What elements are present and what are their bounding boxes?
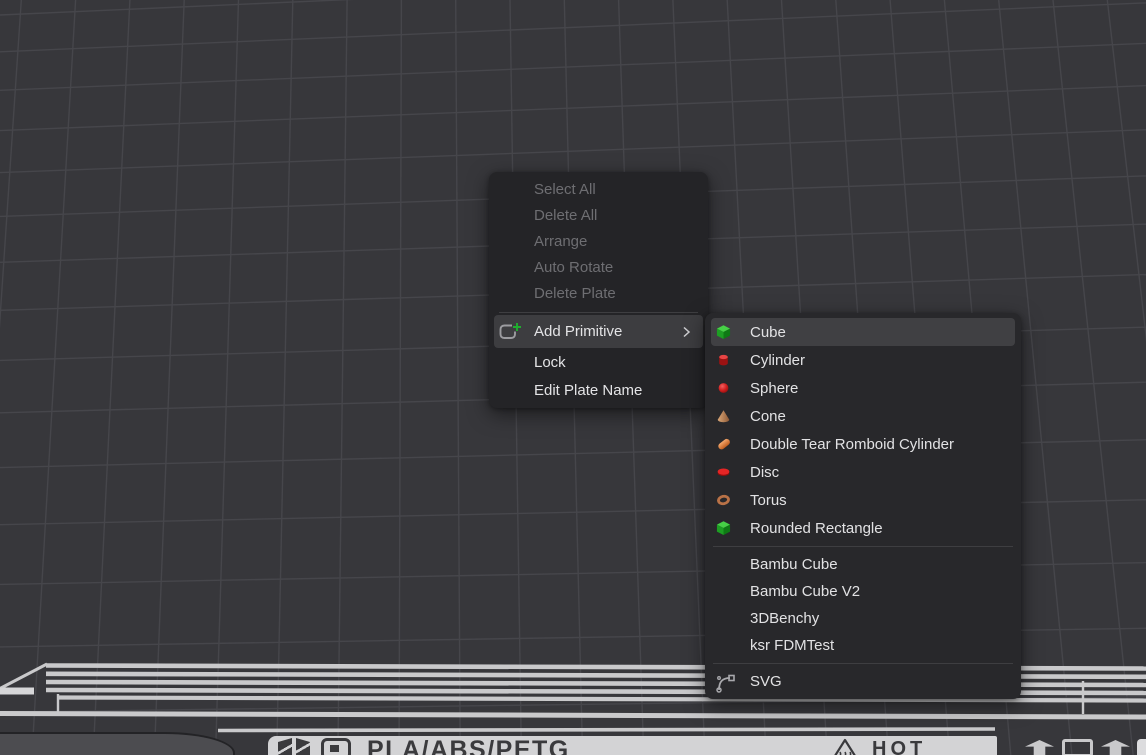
submenu-item-3dbenchy[interactable]: 3DBenchy bbox=[711, 605, 1015, 632]
menu-item-label: Delete All bbox=[534, 207, 597, 224]
plate-pull-tab bbox=[0, 732, 235, 755]
cone-icon bbox=[716, 409, 731, 424]
submenu-item-svg[interactable]: SVG bbox=[711, 668, 1015, 695]
menu-item-label: Select All bbox=[534, 181, 596, 198]
sphere-icon bbox=[716, 381, 731, 396]
submenu-item-label: Disc bbox=[750, 464, 779, 481]
menu-item-label: Auto Rotate bbox=[534, 259, 613, 276]
plate-rect-marking-icon bbox=[1062, 739, 1093, 755]
bambu-logo-icon bbox=[278, 738, 292, 755]
plate-badge-icon bbox=[321, 738, 351, 755]
submenu-item-label: Sphere bbox=[750, 380, 798, 397]
menu-item-delete-plate: Delete Plate bbox=[494, 280, 703, 306]
cylinder-icon bbox=[716, 353, 731, 368]
disc-icon bbox=[716, 465, 731, 480]
menu-item-label: Arrange bbox=[534, 233, 587, 250]
menu-item-add-primitive[interactable]: Add Primitive bbox=[494, 315, 703, 348]
submenu-item-ksr-fdmtest[interactable]: ksr FDMTest bbox=[711, 632, 1015, 659]
submenu-item-torus[interactable]: Torus bbox=[711, 486, 1015, 514]
plate-corner-blob bbox=[1137, 739, 1146, 755]
submenu-item-sphere[interactable]: Sphere bbox=[711, 374, 1015, 402]
menu-item-label: Add Primitive bbox=[534, 323, 622, 340]
submenu-item-label: 3DBenchy bbox=[750, 610, 819, 627]
submenu-item-label: Torus bbox=[750, 492, 787, 509]
submenu-item-double-tear-romboid-cylinder[interactable]: Double Tear Romboid Cylinder bbox=[711, 430, 1015, 458]
menu-item-auto-rotate: Auto Rotate bbox=[494, 254, 703, 280]
submenu-item-disc[interactable]: Disc bbox=[711, 458, 1015, 486]
submenu-item-label: ksr FDMTest bbox=[750, 637, 834, 654]
submenu-item-cone[interactable]: Cone bbox=[711, 402, 1015, 430]
submenu-arrow-icon bbox=[682, 326, 691, 338]
svg-curve-icon bbox=[713, 671, 737, 693]
plate-material-label: PLA/ABS/PETG bbox=[367, 738, 570, 755]
submenu-item-label: Rounded Rectangle bbox=[750, 520, 883, 537]
menu-item-label: Delete Plate bbox=[534, 285, 616, 302]
submenu-item-rounded-rectangle[interactable]: Rounded Rectangle bbox=[711, 514, 1015, 542]
submenu-item-label: Cylinder bbox=[750, 352, 805, 369]
submenu-item-label: Bambu Cube bbox=[750, 556, 838, 573]
submenu-item-label: Bambu Cube V2 bbox=[750, 583, 860, 600]
hot-label: HOT bbox=[872, 739, 926, 755]
add-primitive-icon bbox=[496, 322, 522, 342]
submenu-item-label: Cone bbox=[750, 408, 786, 425]
double-tear-romboid-cylinder-icon bbox=[716, 436, 732, 452]
menu-item-arrange: Arrange bbox=[494, 228, 703, 254]
plate-front-strip: PLA/ABS/PETG HOT bbox=[268, 736, 997, 755]
context-menu: Select All Delete All Arrange Auto Rotat… bbox=[489, 172, 708, 408]
viewport-3d[interactable]: PLA/ABS/PETG HOT Select All Delete All A… bbox=[0, 0, 1146, 755]
submenu-separator bbox=[713, 663, 1013, 664]
submenu-item-cube[interactable]: Cube bbox=[711, 318, 1015, 346]
menu-item-delete-all: Delete All bbox=[494, 202, 703, 228]
submenu-separator bbox=[713, 546, 1013, 547]
menu-item-select-all: Select All bbox=[494, 176, 703, 202]
submenu-item-label: SVG bbox=[750, 673, 782, 690]
menu-item-edit-plate-name[interactable]: Edit Plate Name bbox=[494, 376, 703, 404]
submenu-item-bambu-cube-v2[interactable]: Bambu Cube V2 bbox=[711, 578, 1015, 605]
torus-icon bbox=[716, 493, 731, 508]
submenu-item-cylinder[interactable]: Cylinder bbox=[711, 346, 1015, 374]
hot-surface-warning-icon bbox=[831, 738, 859, 755]
submenu-item-label: Double Tear Romboid Cylinder bbox=[750, 436, 954, 453]
rounded-rectangle-icon bbox=[716, 521, 731, 536]
cube-icon bbox=[716, 325, 731, 340]
menu-separator bbox=[499, 312, 698, 313]
submenu-item-bambu-cube[interactable]: Bambu Cube bbox=[711, 551, 1015, 578]
submenu-item-label: Cube bbox=[750, 324, 786, 341]
bambu-logo-icon bbox=[296, 738, 310, 755]
menu-item-label: Edit Plate Name bbox=[534, 382, 642, 399]
menu-item-lock[interactable]: Lock bbox=[494, 348, 703, 376]
add-primitive-submenu: Cube Cylinder bbox=[705, 313, 1021, 699]
menu-item-label: Lock bbox=[534, 354, 566, 371]
